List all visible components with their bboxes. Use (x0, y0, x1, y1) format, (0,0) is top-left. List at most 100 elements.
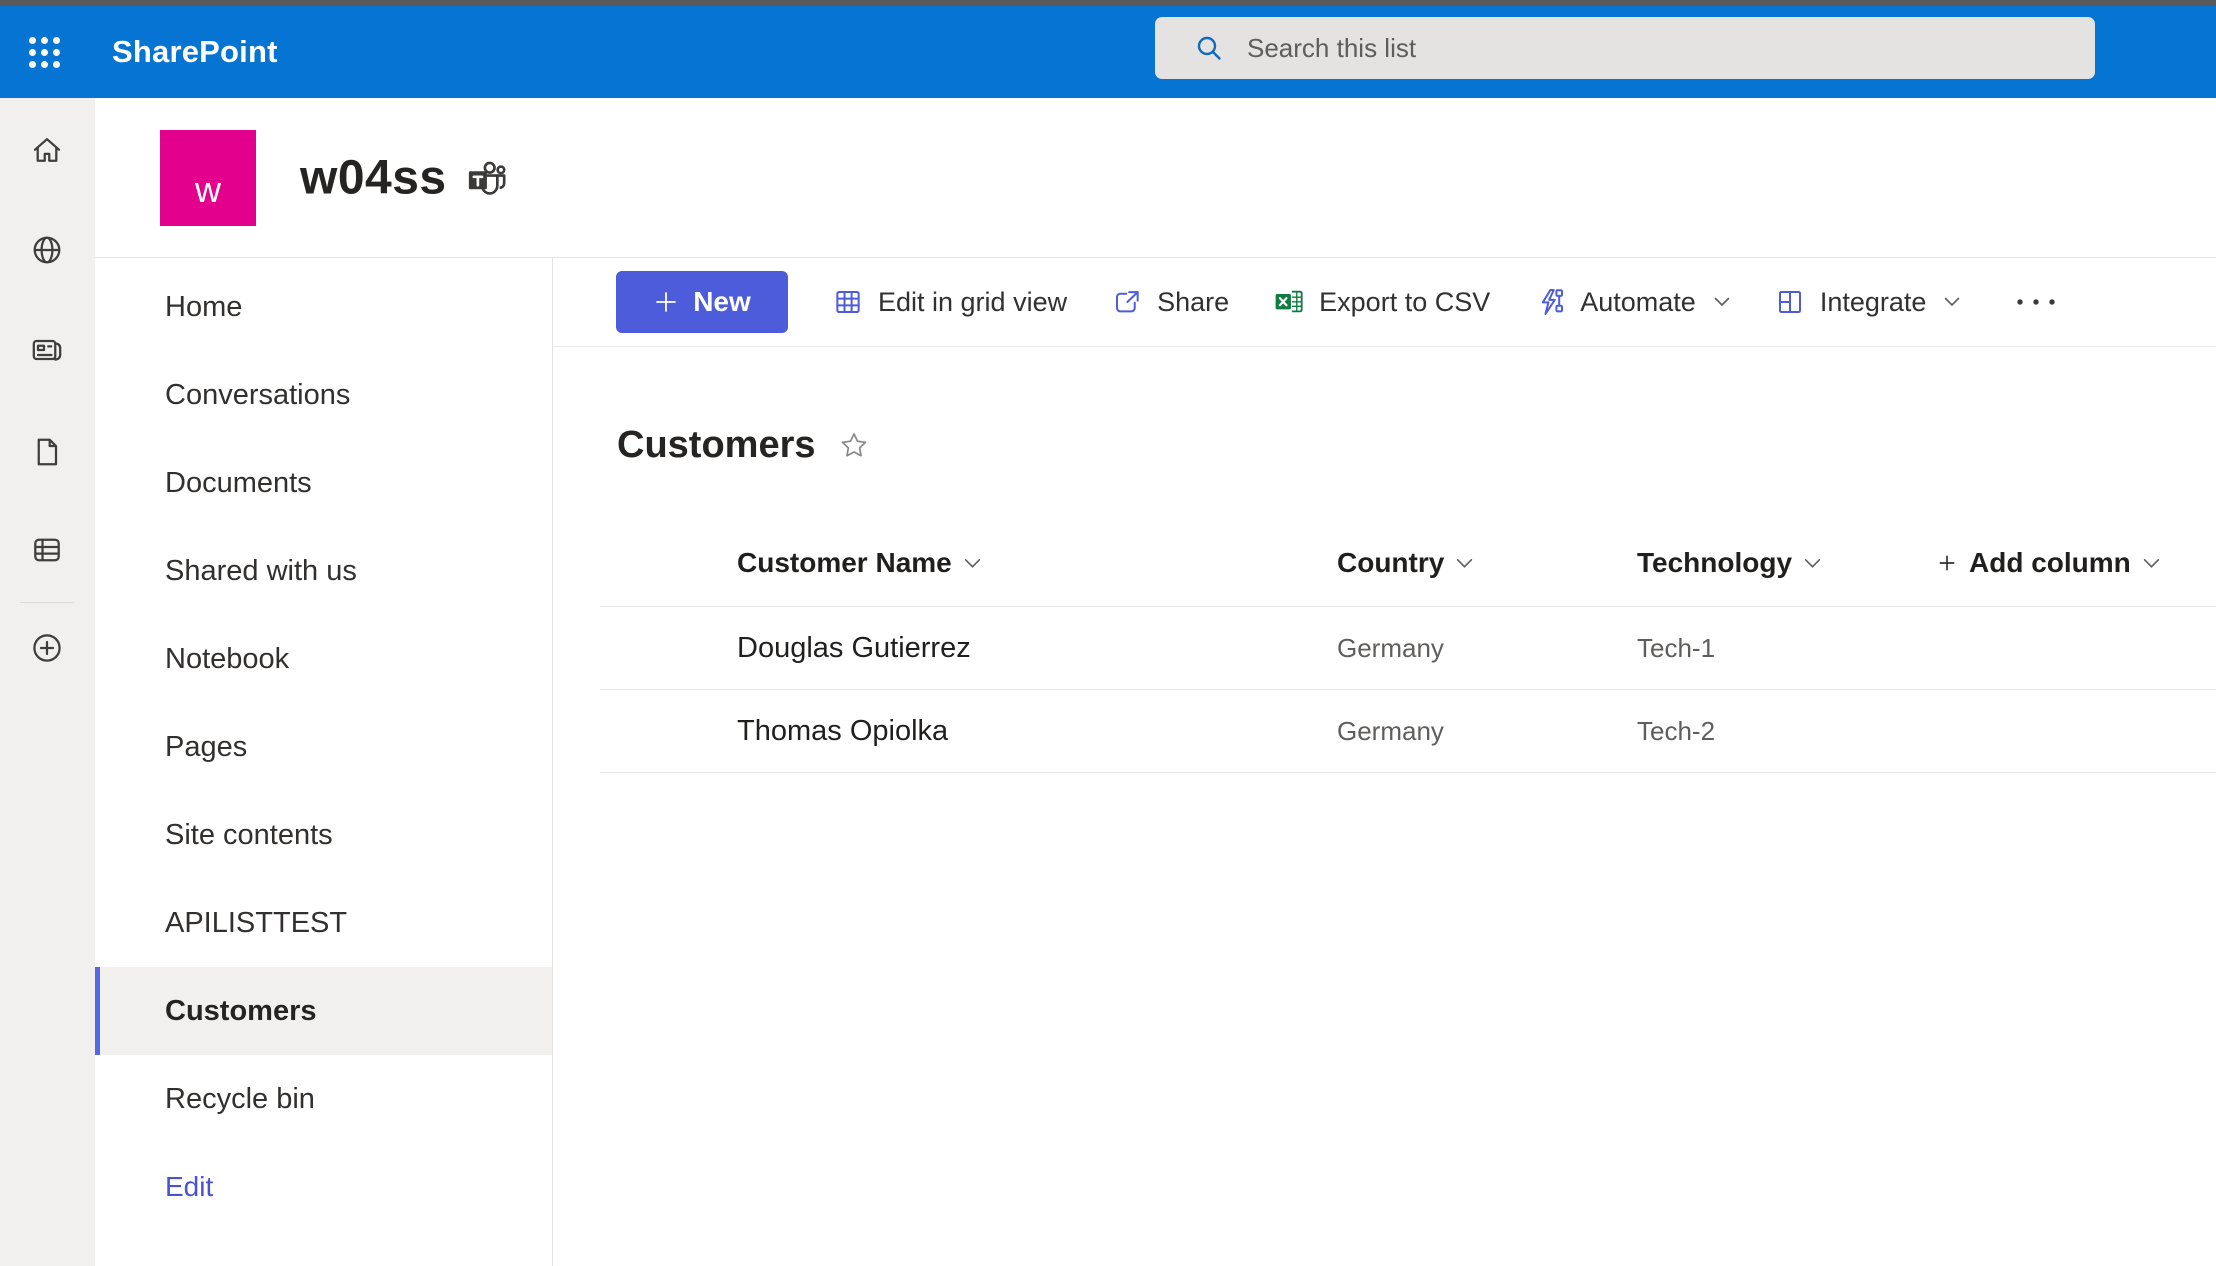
edit-grid-view-button[interactable]: Edit in grid view (832, 286, 1067, 318)
nav-item-label: APILISTTEST (165, 907, 347, 940)
integrate-button[interactable]: Integrate (1774, 286, 1961, 318)
app-launcher-button[interactable] (20, 28, 68, 76)
rail-home-button[interactable] (23, 126, 71, 174)
column-header-country[interactable]: Country (1337, 547, 1637, 579)
grid-view-icon (832, 286, 864, 318)
table-body: Douglas Gutierrez Germany Tech-1 Thomas … (600, 607, 2216, 773)
cell-customer-name[interactable]: Thomas Opiolka (737, 715, 1337, 748)
integrate-icon (1774, 286, 1806, 318)
site-header: w w04ss (95, 98, 2216, 258)
nav-edit-label: Edit (165, 1171, 213, 1203)
add-column-label: Add column (1969, 547, 2131, 579)
command-bar: New Edit in grid view Share (553, 258, 2216, 347)
teams-icon (467, 159, 509, 200)
sharepoint-list-page: SharePoint (0, 0, 2216, 1266)
site-logo[interactable]: w (160, 130, 256, 226)
column-header-label: Technology (1637, 547, 1792, 579)
export-csv-button[interactable]: Export to CSV (1273, 286, 1490, 318)
share-button[interactable]: Share (1111, 286, 1229, 318)
chevron-down-icon (2143, 558, 2160, 569)
share-icon (1111, 286, 1143, 318)
favorite-button[interactable] (838, 430, 870, 462)
plus-icon (1937, 553, 1957, 573)
nav-item-shared-with-us[interactable]: Shared with us (95, 527, 552, 615)
home-icon (29, 132, 65, 168)
search-icon (1193, 32, 1225, 64)
site-title: w04ss (300, 150, 447, 205)
automate-label: Automate (1580, 287, 1696, 318)
column-header-label: Country (1337, 547, 1444, 579)
nav-item-label: Notebook (165, 643, 289, 676)
nav-item-site-contents[interactable]: Site contents (95, 791, 552, 879)
list-icon (29, 532, 65, 568)
excel-icon (1273, 286, 1305, 318)
site-navigation: Home Conversations Documents Shared with… (95, 258, 553, 1266)
edit-grid-view-label: Edit in grid view (878, 287, 1067, 318)
more-ellipsis-icon (2014, 297, 2058, 307)
suite-bar: SharePoint (0, 6, 2216, 98)
column-header-customer-name[interactable]: Customer Name (737, 547, 1337, 579)
globe-icon (29, 232, 65, 268)
more-commands-button[interactable] (2004, 287, 2068, 317)
list-title: Customers (617, 424, 816, 467)
nav-item-customers[interactable]: Customers (95, 967, 552, 1055)
table-header-row: Customer Name Country Technology Add col… (600, 520, 2216, 607)
nav-item-pages[interactable]: Pages (95, 703, 552, 791)
new-button-label: New (693, 286, 751, 318)
rail-lists-button[interactable] (23, 526, 71, 574)
nav-edit-link[interactable]: Edit (95, 1143, 552, 1231)
nav-item-recycle-bin[interactable]: Recycle bin (95, 1055, 552, 1143)
table-row[interactable]: Douglas Gutierrez Germany Tech-1 (600, 607, 2216, 690)
rail-divider (20, 602, 74, 603)
cell-customer-name[interactable]: Douglas Gutierrez (737, 632, 1337, 665)
nav-item-documents[interactable]: Documents (95, 439, 552, 527)
list-title-row: Customers (617, 424, 870, 467)
cell-country: Germany (1337, 716, 1637, 747)
app-rail (0, 98, 95, 1266)
export-csv-label: Export to CSV (1319, 287, 1490, 318)
table-row[interactable]: Thomas Opiolka Germany Tech-2 (600, 690, 2216, 773)
nav-item-notebook[interactable]: Notebook (95, 615, 552, 703)
waffle-icon (29, 37, 60, 68)
rail-news-button[interactable] (23, 326, 71, 374)
nav-item-label: Home (165, 291, 242, 324)
chevron-down-icon (1804, 558, 1821, 569)
column-header-technology[interactable]: Technology (1637, 547, 1937, 579)
nav-item-label: Pages (165, 731, 247, 764)
list-table: Customer Name Country Technology Add col… (600, 520, 2216, 773)
nav-item-label: Customers (165, 995, 317, 1028)
automate-button[interactable]: Automate (1534, 286, 1730, 318)
document-icon (29, 434, 65, 470)
cell-technology: Tech-1 (1637, 633, 1937, 664)
nav-item-label: Recycle bin (165, 1083, 315, 1116)
rail-documents-button[interactable] (23, 428, 71, 476)
column-header-label: Customer Name (737, 547, 952, 579)
add-column-button[interactable]: Add column (1937, 547, 2216, 579)
search-box[interactable] (1155, 17, 2095, 79)
nav-item-apilisttest[interactable]: APILISTTEST (95, 879, 552, 967)
nav-item-label: Documents (165, 467, 312, 500)
news-icon (29, 332, 65, 368)
plus-icon (653, 289, 679, 315)
share-label: Share (1157, 287, 1229, 318)
chevron-down-icon (1944, 297, 1960, 307)
site-logo-letter: w (195, 169, 221, 211)
nav-item-label: Shared with us (165, 555, 357, 588)
rail-global-button[interactable] (23, 226, 71, 274)
app-title: SharePoint (112, 34, 278, 70)
cell-technology: Tech-2 (1637, 716, 1937, 747)
chevron-down-icon (1456, 558, 1473, 569)
new-button[interactable]: New (616, 271, 788, 333)
automate-flow-icon (1534, 286, 1566, 318)
add-circle-icon (29, 630, 65, 666)
nav-item-label: Site contents (165, 819, 333, 852)
chevron-down-icon (1714, 297, 1730, 307)
nav-item-home[interactable]: Home (95, 263, 552, 351)
nav-item-conversations[interactable]: Conversations (95, 351, 552, 439)
integrate-label: Integrate (1820, 287, 1927, 318)
rail-create-button[interactable] (23, 624, 71, 672)
chevron-down-icon (964, 558, 981, 569)
search-input[interactable] (1247, 17, 2095, 79)
cell-country: Germany (1337, 633, 1637, 664)
nav-item-label: Conversations (165, 379, 350, 412)
